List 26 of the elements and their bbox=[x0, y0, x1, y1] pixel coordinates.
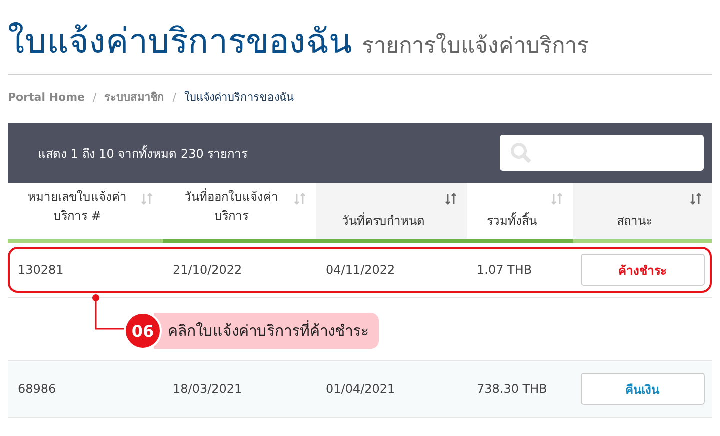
table-cell-text: 21/10/2022 bbox=[172, 263, 244, 277]
sort-icon[interactable] bbox=[445, 193, 457, 205]
breadcrumb-link[interactable]: Portal Home bbox=[8, 90, 86, 104]
page-subtitle: รายการใบแจ้งค่าบริการ bbox=[362, 32, 589, 61]
column-header[interactable]: วันที่ครบกำหนด bbox=[316, 183, 467, 243]
table-cell-text: 18/03/2021 bbox=[172, 382, 244, 396]
table-cell-text: 68986 bbox=[17, 382, 58, 396]
search-field[interactable] bbox=[500, 135, 704, 171]
status-button[interactable]: ค้างชำระ bbox=[580, 254, 704, 286]
summary-text: แสดง 1 ถึง 10 จากทั้งหมด 230 รายการ bbox=[38, 144, 248, 162]
page-title: ใบแจ้งค่าบริการของฉัน bbox=[8, 21, 352, 64]
callout-text: คลิกใบแจ้งค่าบริการที่ค้างชำระ bbox=[154, 313, 379, 349]
status-button[interactable]: คืนเงิน bbox=[580, 373, 704, 405]
breadcrumb-link[interactable]: ใบแจ้งค่าบริการของฉัน bbox=[184, 88, 294, 106]
search-icon bbox=[510, 142, 532, 164]
table-cell-text: 1.07 THB bbox=[476, 263, 534, 277]
breadcrumb-separator: / bbox=[172, 90, 176, 104]
column-header[interactable]: สถานะ bbox=[573, 183, 712, 243]
table-cell-text: 01/04/2021 bbox=[325, 382, 396, 396]
sort-icon[interactable] bbox=[690, 193, 702, 205]
breadcrumb-link[interactable]: ระบบสมาชิก bbox=[104, 88, 165, 106]
table-cell-text: 04/11/2022 bbox=[325, 263, 396, 277]
table-cell-text: 738.30 THB bbox=[476, 382, 548, 396]
breadcrumb-separator: / bbox=[93, 90, 97, 104]
table-cell-text: 130281 bbox=[17, 263, 65, 277]
step-number: 06 bbox=[124, 312, 162, 350]
